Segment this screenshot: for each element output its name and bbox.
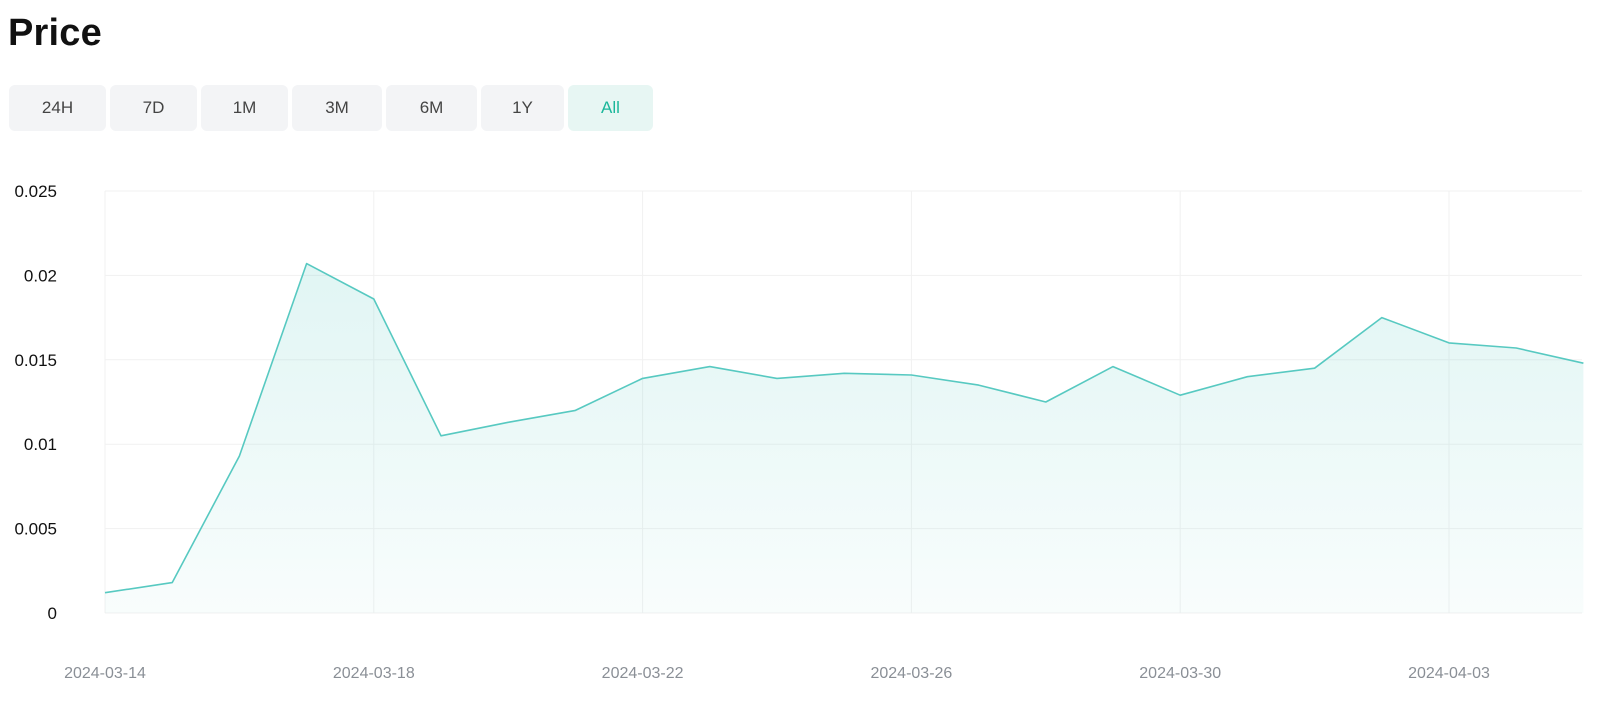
x-tick-label: 2024-03-22 [602,665,684,682]
x-tick-label: 2024-04-03 [1408,665,1490,682]
x-axis-ticks: 2024-03-14 2024-03-18 2024-03-22 2024-03-26… [64,665,1490,682]
y-tick-label: 0.02 [24,266,57,285]
y-tick-label: 0.025 [14,182,57,201]
price-chart[interactable]: 00.0050.010.0150.020.025 2024-03-14 2024-… [0,0,1600,709]
y-tick-label: 0.015 [14,351,57,370]
price-area [105,263,1584,613]
y-tick-label: 0.005 [14,520,57,539]
x-tick-label: 2024-03-30 [1139,665,1221,682]
y-tick-label: 0 [48,604,57,623]
area-fill [105,263,1584,613]
x-tick-label: 2024-03-18 [333,665,415,682]
x-tick-label: 2024-03-14 [64,665,146,682]
x-tick-label: 2024-03-26 [870,665,952,682]
y-axis-ticks: 0 0.005 0.01 0.015 0.02 0.025 [14,182,57,623]
y-tick-label: 0.01 [24,435,57,454]
